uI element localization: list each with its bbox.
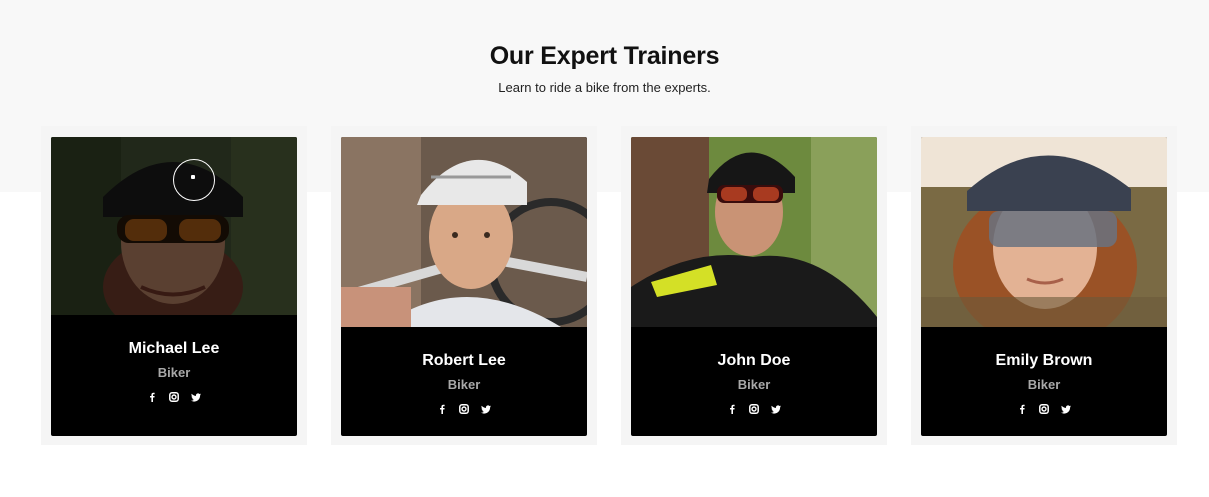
- trainer-card[interactable]: Michael Lee Biker: [51, 137, 297, 436]
- trainer-role: Biker: [447, 377, 481, 392]
- twitter-icon[interactable]: [481, 404, 491, 414]
- social-links: [921, 404, 1167, 414]
- trainer-name: Robert Lee: [422, 352, 506, 369]
- trainer-name: Michael Lee: [128, 340, 220, 357]
- trainer-info: Michael Lee Biker: [51, 315, 297, 424]
- trainer-photo[interactable]: [341, 137, 587, 327]
- photo-overlay: [51, 137, 297, 315]
- trainer-card[interactable]: John Doe Biker: [631, 137, 877, 436]
- trainer-card[interactable]: Emily Brown Biker: [921, 137, 1167, 436]
- trainer-card-frame: Emily Brown Biker: [911, 126, 1177, 445]
- section-title: Our Expert Trainers: [489, 42, 720, 70]
- trainer-role: Biker: [157, 365, 191, 380]
- trainer-photo[interactable]: [921, 137, 1167, 327]
- social-links: [341, 404, 587, 414]
- facebook-icon[interactable]: [147, 392, 157, 402]
- trainer-card[interactable]: Robert Lee Biker: [341, 137, 587, 436]
- instagram-icon[interactable]: [749, 404, 759, 414]
- trainer-card-frame: Robert Lee Biker: [331, 126, 597, 445]
- instagram-icon[interactable]: [459, 404, 469, 414]
- trainer-photo[interactable]: [631, 137, 877, 327]
- facebook-icon[interactable]: [727, 404, 737, 414]
- twitter-icon[interactable]: [191, 392, 201, 402]
- twitter-icon[interactable]: [1061, 404, 1071, 414]
- facebook-icon[interactable]: [1017, 404, 1027, 414]
- cursor-ring-icon: [173, 159, 215, 201]
- trainer-card-frame: Michael Lee Biker: [41, 126, 307, 445]
- facebook-icon[interactable]: [437, 404, 447, 414]
- section-subtitle: Learn to ride a bike from the experts.: [498, 80, 711, 95]
- trainer-info: Emily Brown Biker: [921, 327, 1167, 436]
- trainer-name: John Doe: [717, 352, 791, 369]
- trainer-photo[interactable]: [51, 137, 297, 315]
- social-links: [51, 392, 297, 402]
- instagram-icon[interactable]: [1039, 404, 1049, 414]
- trainer-role: Biker: [1027, 377, 1061, 392]
- twitter-icon[interactable]: [771, 404, 781, 414]
- instagram-icon[interactable]: [169, 392, 179, 402]
- trainer-name: Emily Brown: [995, 352, 1093, 369]
- trainer-info: Robert Lee Biker: [341, 327, 587, 436]
- trainer-info: John Doe Biker: [631, 327, 877, 436]
- trainer-role: Biker: [737, 377, 771, 392]
- social-links: [631, 404, 877, 414]
- trainer-card-frame: John Doe Biker: [621, 126, 887, 445]
